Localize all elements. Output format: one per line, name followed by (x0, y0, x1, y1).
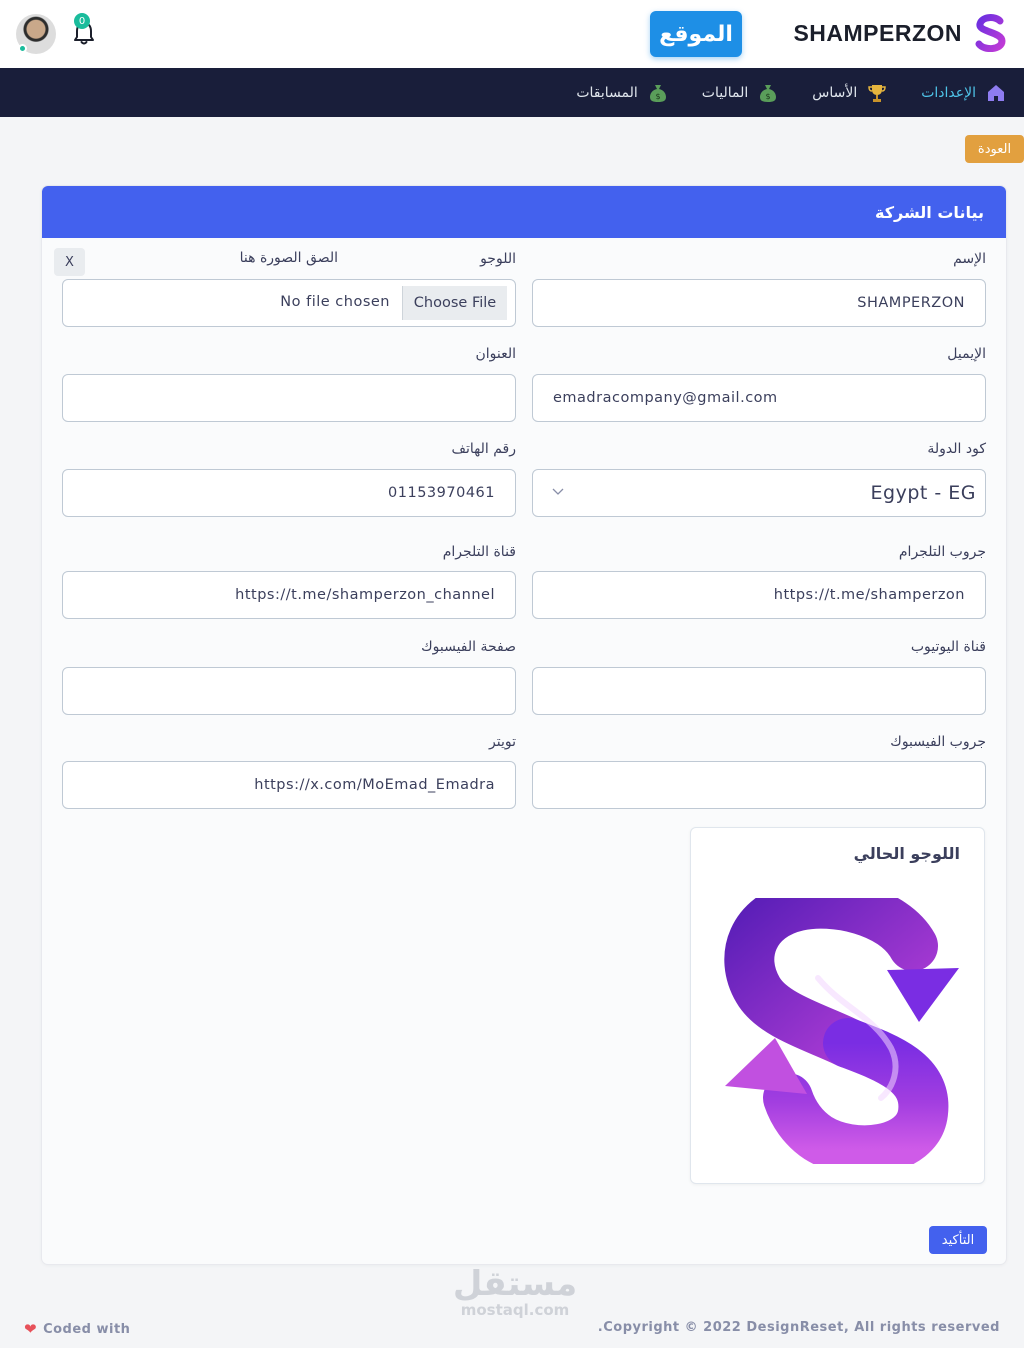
country-code-select[interactable]: Egypt - EG (532, 469, 986, 517)
email-field[interactable]: emadracompany@gmail.com (532, 374, 986, 422)
nav-item-label: الماليات (701, 84, 749, 101)
money-bag-icon: $ (760, 84, 777, 102)
top-header: 0 الموقع SHAMPERZON (0, 0, 1024, 68)
nav-item-settings[interactable]: الإعدادات (921, 83, 1006, 103)
footer-copyright: .Copyright © 2022 DesignReset, All right… (597, 1320, 1000, 1335)
brand[interactable]: SHAMPERZON (793, 14, 1008, 52)
brand-name: SHAMPERZON (793, 19, 962, 46)
trophy-icon (868, 84, 886, 102)
telegram-channel-field[interactable]: https://t.me/shamperzon_channel (62, 571, 516, 619)
current-logo-panel: اللوجو الحالي (690, 827, 985, 1184)
notification-badge: 0 (74, 13, 90, 29)
country-code-value: Egypt - EG (870, 482, 976, 504)
svg-text:$: $ (655, 92, 660, 101)
facebook-page-label: صفحة الفيسبوك (421, 639, 516, 655)
main-nav: الإعدادات الأساس $ الماليات $ المسابقات (0, 68, 1024, 117)
logo-label: اللوجو (480, 251, 516, 267)
nav-item-label: المسابقات (576, 84, 638, 101)
name-label: الإسم (953, 251, 986, 267)
facebook-page-field[interactable] (62, 667, 516, 715)
card-title: بيانات الشركة (42, 186, 1006, 238)
telegram-channel-label: قناة التلجرام (442, 544, 516, 560)
back-button[interactable]: العودة (965, 135, 1024, 163)
nav-item-basics[interactable]: الأساس (812, 83, 887, 103)
home-icon (988, 84, 1004, 101)
phone-field[interactable]: 01153970461 (62, 469, 516, 517)
brand-logo-icon (975, 14, 1006, 52)
country-code-label: كود الدولة (927, 441, 986, 457)
address-label: العنوان (475, 346, 516, 362)
money-bag-icon: $ (649, 84, 666, 102)
footer-credit: ❤ Coded with (24, 1320, 130, 1338)
site-button[interactable]: الموقع (650, 11, 742, 57)
footer-left-text: Coded with (43, 1321, 131, 1337)
nav-item-label: الأساس (812, 84, 858, 101)
twitter-label: تويتر (489, 734, 516, 750)
name-field[interactable]: SHAMPERZON (532, 279, 986, 327)
facebook-group-label: جروب الفيسبوك (890, 734, 986, 750)
confirm-button[interactable]: التأكيد (929, 1226, 987, 1254)
current-logo-title: اللوجو الحالي (853, 844, 960, 863)
watermark: مستقل mostaql.com (450, 1266, 580, 1318)
paste-image-label: الصق الصورة هنا (239, 250, 338, 266)
clear-logo-button[interactable]: X (54, 248, 85, 276)
heart-icon: ❤ (24, 1320, 38, 1338)
facebook-group-field[interactable] (532, 761, 986, 809)
choose-file-button[interactable]: Choose File (402, 286, 507, 320)
nav-item-label: الإعدادات (921, 84, 976, 101)
watermark-latin: mostaql.com (460, 1301, 570, 1319)
chevron-down-icon (552, 488, 564, 495)
address-field[interactable] (62, 374, 516, 422)
nav-item-competitions[interactable]: $ المسابقات (576, 83, 667, 103)
online-status-dot (18, 44, 27, 53)
nav-item-finance[interactable]: $ الماليات (702, 83, 778, 103)
current-logo-image (724, 898, 959, 1164)
watermark-arabic: مستقل (452, 1264, 578, 1304)
telegram-group-field[interactable]: https://t.me/shamperzon (532, 571, 986, 619)
svg-text:$: $ (766, 92, 771, 101)
youtube-label: قناة اليوتيوب (910, 639, 986, 655)
twitter-field[interactable]: https://x.com/MoEmad_Emadra (62, 761, 516, 809)
email-label: الإيميل (947, 346, 986, 362)
youtube-field[interactable] (532, 667, 986, 715)
file-status-text: No file chosen (280, 294, 390, 310)
telegram-group-label: جروب التلجرام (898, 544, 986, 560)
phone-label: رقم الهاتف (451, 441, 516, 457)
logo-file-input[interactable]: Choose File No file chosen (62, 279, 516, 327)
